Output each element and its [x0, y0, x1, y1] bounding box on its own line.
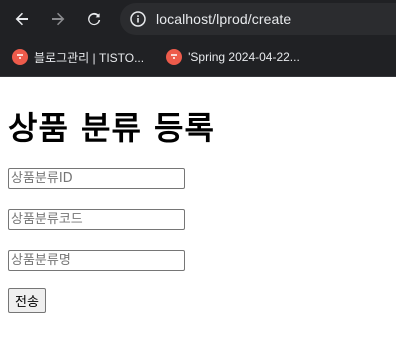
arrow-left-icon [15, 12, 28, 26]
info-icon[interactable] [130, 11, 146, 27]
bookmark-item-1[interactable]: 블로그관리 | TISTO... [12, 49, 144, 66]
create-form: 전송 [8, 167, 388, 313]
bookmark-item-2[interactable]: 'Spring 2024-04-22... [166, 49, 300, 65]
bookmark-label: 블로그관리 | TISTO... [34, 50, 145, 65]
page-content: 상품 분류 등록 전송 [0, 103, 396, 313]
url-text: localhost/lprod/create [156, 11, 292, 27]
page-title: 상품 분류 등록 [8, 109, 215, 147]
arrow-right-icon [52, 12, 65, 26]
reload-icon [88, 12, 101, 26]
bookmark-label: 'Spring 2024-04-22... [188, 50, 300, 64]
submit-button[interactable]: 전송 [8, 288, 46, 313]
address-bar[interactable]: localhost/lprod/create [120, 3, 396, 35]
tistory-icon [166, 49, 183, 65]
field-row [8, 249, 388, 271]
reload-button[interactable] [82, 7, 106, 31]
back-button[interactable] [10, 7, 34, 31]
lprod-id-input[interactable] [8, 168, 185, 189]
lprod-code-input[interactable] [8, 209, 185, 230]
lprod-name-input[interactable] [8, 250, 185, 271]
field-row [8, 167, 388, 189]
forward-button[interactable] [46, 7, 70, 31]
browser-toolbar: localhost/lprod/create [0, 0, 396, 38]
tistory-icon [12, 49, 28, 65]
bookmarks-bar: 블로그관리 | TISTO... 'Spring 2024-04-22... [0, 38, 396, 77]
field-row [8, 208, 388, 230]
